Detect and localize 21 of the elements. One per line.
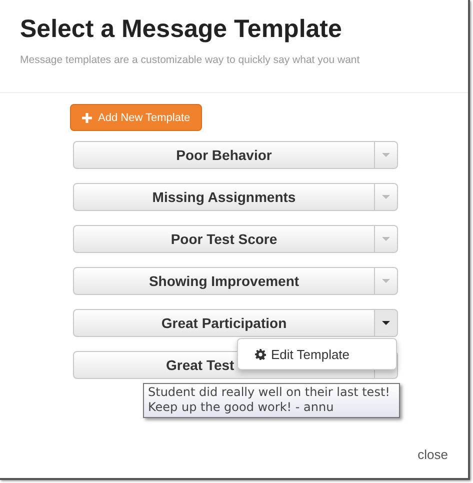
template-button[interactable]: Poor Behavior — [73, 141, 375, 169]
dialog-title: Select a Message Template — [20, 14, 343, 44]
dropdown-toggle[interactable] — [375, 267, 398, 295]
dropdown-toggle[interactable] — [375, 309, 398, 337]
template-button[interactable]: Showing Improvement — [73, 267, 375, 295]
dialog-subtitle: Message templates are a customizable way to quickly say what you want — [20, 54, 361, 66]
caret-icon — [382, 237, 390, 241]
template-button[interactable]: Poor Test Score — [73, 225, 375, 253]
gear-icon — [255, 348, 266, 360]
close-link[interactable]: close — [418, 447, 448, 462]
dropdown-toggle[interactable] — [375, 183, 398, 211]
caret-icon — [382, 321, 390, 325]
template-button[interactable]: Great Participation — [73, 309, 375, 337]
dropdown-toggle[interactable] — [375, 225, 398, 253]
dropdown-toggle[interactable] — [375, 141, 398, 169]
caret-icon — [382, 195, 390, 199]
caret-icon — [382, 279, 390, 283]
template-button[interactable]: Missing Assignments — [73, 183, 375, 211]
caret-icon — [382, 153, 390, 157]
tooltip: Student did really well on their last test! Keep up the good work! - annu — [143, 383, 400, 418]
plus-icon — [82, 112, 92, 122]
